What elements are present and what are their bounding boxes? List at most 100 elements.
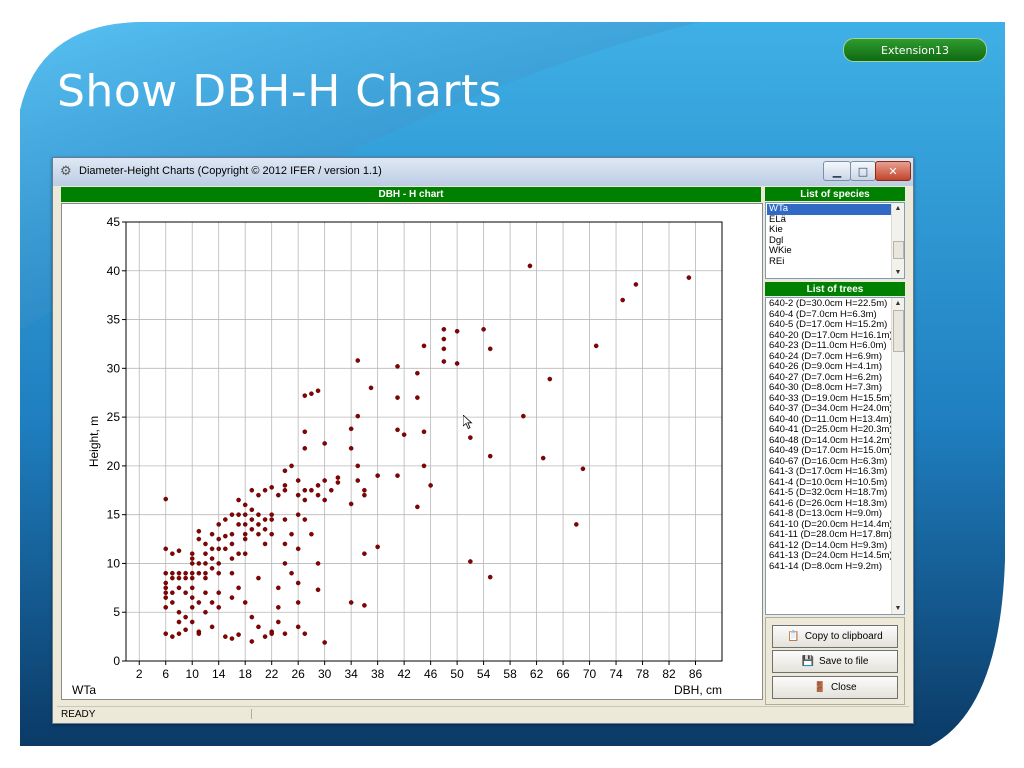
- data-point: [521, 413, 526, 419]
- list-item[interactable]: WTa: [767, 204, 891, 215]
- data-point: [170, 551, 175, 556]
- x-tick-label: 70: [583, 667, 597, 681]
- data-point: [328, 487, 334, 493]
- data-point: [229, 595, 235, 600]
- y-tick-label: 40: [107, 264, 121, 278]
- data-point: [242, 522, 248, 527]
- data-point: [282, 468, 288, 474]
- trees-scrollbar[interactable]: ▲ ▼: [891, 298, 904, 614]
- close-button[interactable]: 🚪 Close: [772, 676, 898, 699]
- list-item[interactable]: 640-23 (D=11.0cm H=6.0m): [767, 340, 891, 352]
- data-point: [256, 531, 261, 537]
- list-item[interactable]: 641-3 (D=17.0cm H=16.3m): [767, 466, 891, 478]
- data-point: [322, 478, 327, 483]
- data-point: [163, 570, 169, 576]
- scroll-thumb[interactable]: [893, 310, 904, 352]
- data-point: [189, 556, 195, 561]
- data-point: [216, 536, 222, 542]
- data-point: [196, 600, 202, 605]
- list-item[interactable]: 640-2 (D=30.0cm H=22.5m): [767, 299, 891, 310]
- data-point: [302, 497, 308, 503]
- maximize-button[interactable]: □: [850, 161, 876, 181]
- clipboard-icon: 📋: [787, 631, 800, 642]
- scroll-up-icon[interactable]: ▲: [892, 203, 904, 214]
- x-axis-label: DBH, cm: [674, 683, 722, 697]
- window-titlebar[interactable]: ⚙ Diameter-Height Charts (Copyright © 20…: [53, 158, 913, 186]
- list-item[interactable]: 640-49 (D=17.0cm H=15.0m): [767, 445, 891, 457]
- data-point: [189, 585, 195, 591]
- data-point: [203, 590, 208, 596]
- y-tick-label: 5: [113, 605, 120, 619]
- y-tick-label: 10: [107, 556, 121, 570]
- right-panel: List of species WTa ELä Kie Dgl WKie REi ▲ ▼ …: [765, 187, 905, 705]
- data-point: [262, 526, 268, 532]
- data-point: [295, 546, 301, 552]
- list-item[interactable]: ELä: [767, 214, 891, 226]
- data-point: [223, 533, 228, 539]
- species-list-items: WTa ELä Kie Dgl WKie REi: [767, 204, 891, 277]
- x-tick-label: 86: [689, 667, 703, 681]
- data-point: [203, 541, 208, 547]
- y-tick-label: 15: [107, 508, 121, 522]
- list-item[interactable]: 640-26 (D=9.0cm H=4.1m): [767, 361, 891, 373]
- y-axis-label: Height, m: [87, 416, 101, 467]
- list-item[interactable]: 641-14 (D=8.0cm H=9.2m): [767, 561, 891, 573]
- minimize-button[interactable]: ▁: [823, 161, 851, 181]
- scroll-down-icon[interactable]: ▼: [892, 267, 904, 278]
- data-point: [163, 590, 169, 596]
- data-point: [309, 487, 314, 493]
- data-point: [302, 393, 308, 398]
- data-point: [355, 463, 361, 469]
- list-item[interactable]: 640-30 (D=8.0cm H=7.3m): [767, 382, 891, 394]
- data-point: [362, 603, 367, 608]
- save-to-file-button[interactable]: 💾 Save to file: [772, 650, 898, 673]
- list-item[interactable]: REi: [767, 256, 891, 268]
- copy-to-clipboard-button[interactable]: 📋 Copy to clipboard: [772, 625, 898, 648]
- x-tick-label: 18: [239, 667, 253, 681]
- data-point: [302, 487, 308, 493]
- list-item[interactable]: 641-11 (D=28.0cm H=17.8m): [767, 529, 891, 541]
- list-item[interactable]: WKie: [767, 245, 891, 257]
- data-point: [375, 544, 380, 550]
- list-item[interactable]: 640-37 (D=34.0cm H=24.0m): [767, 403, 891, 415]
- list-item[interactable]: 641-8 (D=13.0cm H=9.0m): [767, 508, 891, 520]
- data-point: [196, 570, 202, 576]
- data-point: [315, 561, 321, 566]
- species-list[interactable]: WTa ELä Kie Dgl WKie REi ▲ ▼: [765, 202, 905, 279]
- list-item[interactable]: 640-41 (D=25.0cm H=20.3m): [767, 424, 891, 436]
- scroll-up-icon[interactable]: ▲: [892, 298, 904, 309]
- data-point: [236, 585, 241, 591]
- data-point: [163, 546, 169, 552]
- close-window-button[interactable]: ✕: [875, 161, 911, 181]
- data-point: [415, 395, 420, 400]
- y-tick-label: 0: [113, 654, 120, 668]
- list-item[interactable]: 640-5 (D=17.0cm H=15.2m): [767, 319, 891, 331]
- status-text: READY: [61, 709, 96, 720]
- scroll-down-icon[interactable]: ▼: [892, 603, 904, 614]
- data-point: [295, 580, 301, 586]
- maximize-icon: □: [857, 164, 869, 178]
- scroll-thumb[interactable]: [893, 241, 904, 259]
- data-point: [428, 483, 433, 488]
- window-title: Diameter-Height Charts (Copyright © 2012…: [79, 165, 382, 177]
- data-point: [236, 512, 241, 517]
- data-point: [163, 496, 169, 502]
- data-point: [209, 546, 215, 552]
- list-item[interactable]: 641-13 (D=24.0cm H=14.5m): [767, 550, 891, 562]
- data-point: [249, 517, 255, 522]
- x-tick-label: 62: [530, 667, 544, 681]
- data-point: [242, 551, 248, 556]
- data-point: [229, 570, 235, 576]
- data-point: [242, 512, 248, 517]
- species-scrollbar[interactable]: ▲ ▼: [891, 203, 904, 278]
- trees-list[interactable]: 640-2 (D=30.0cm H=22.5m) 640-4 (D=7.0cm H…: [765, 297, 905, 615]
- list-item[interactable]: Kie: [767, 224, 891, 236]
- plot-area: [125, 221, 723, 662]
- list-item[interactable]: 641-5 (D=32.0cm H=18.7m): [767, 487, 891, 499]
- data-point: [282, 483, 288, 488]
- data-point: [315, 483, 321, 488]
- x-tick-label: 74: [609, 667, 623, 681]
- data-point: [302, 446, 308, 451]
- data-point: [269, 531, 274, 537]
- data-point: [276, 619, 281, 625]
